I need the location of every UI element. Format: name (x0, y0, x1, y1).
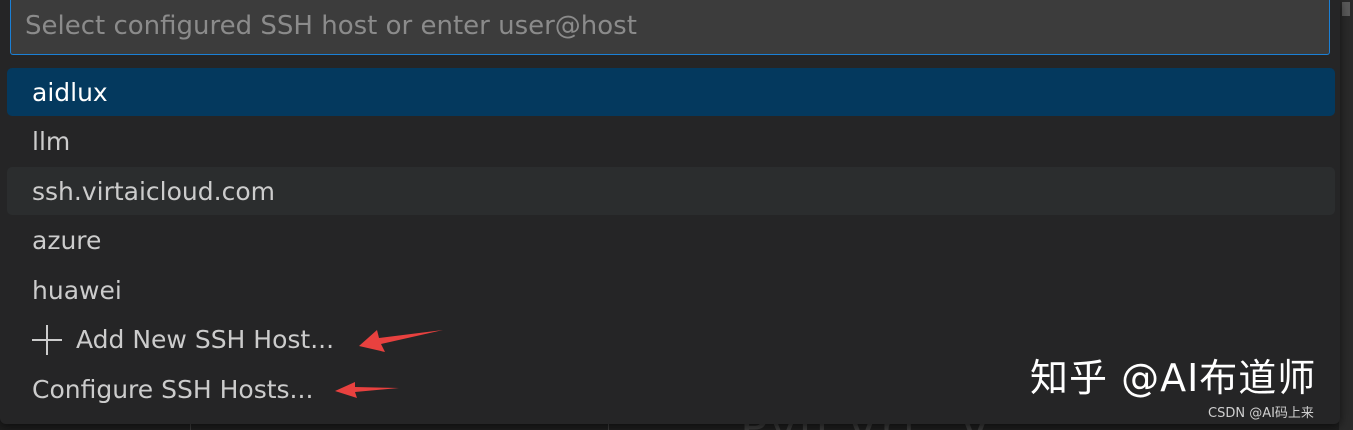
watermark-small-text: CSDN @AI码上来 (1208, 406, 1314, 421)
host-label: azure (32, 226, 102, 255)
host-label: aidlux (32, 77, 108, 107)
watermark-text: 知乎 @AI布道师 (1030, 356, 1317, 400)
host-label: huawei (32, 275, 122, 305)
host-label: ssh.virtaicloud.com (32, 176, 275, 206)
host-item-llm[interactable]: llm (7, 118, 1335, 166)
host-item-aidlux[interactable]: aidlux (7, 68, 1335, 116)
annotation-arrow-icon (335, 382, 399, 398)
plus-icon (32, 324, 62, 355)
configure-label: Configure SSH Hosts... (32, 374, 314, 404)
host-item-azure[interactable]: azure (7, 217, 1335, 265)
scrollbar-thumb[interactable] (1342, 2, 1350, 16)
add-new-label: Add New SSH Host... (76, 325, 335, 354)
host-item-virtaicloud[interactable]: ssh.virtaicloud.com (7, 167, 1335, 215)
annotation-arrow-icon (359, 330, 443, 352)
search-box[interactable] (10, 0, 1330, 55)
host-label: llm (32, 127, 71, 156)
screen: Pyu Vr|^V aidlux llm ssh.virtaicloud.com… (0, 0, 1353, 430)
editor-scrollbar[interactable] (1339, 0, 1353, 430)
host-item-huawei[interactable]: huawei (7, 266, 1335, 314)
host-search-input[interactable] (25, 4, 1315, 48)
